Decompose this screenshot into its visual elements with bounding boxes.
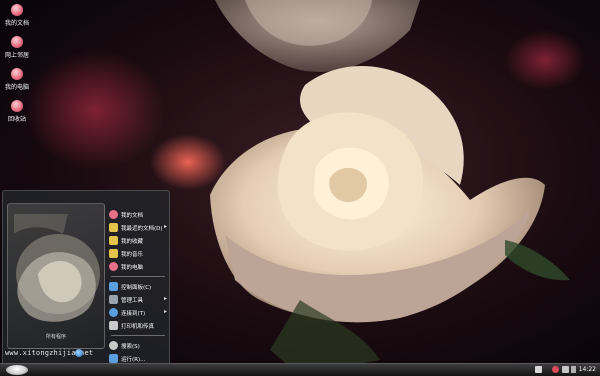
taskbar: 14:22: [0, 363, 600, 376]
music-folder-icon: [109, 249, 118, 258]
menu-item-label: 我的音乐: [121, 252, 144, 258]
menu-item-admin-tools[interactable]: 管理工具 ▸: [109, 294, 169, 306]
menu-item-recent-documents[interactable]: 我最近的文档(D) ▸: [109, 222, 169, 234]
desktop-icon-my-computer[interactable]: 我的电脑: [2, 68, 32, 91]
network-places-icon: [11, 36, 23, 48]
admin-tools-icon: [109, 295, 118, 304]
start-menu: 所有程序 我的文档 我最近的文档(D) ▸ 我的收藏 我的音乐 我的电脑 控制面…: [2, 190, 170, 365]
menu-separator: [111, 276, 165, 277]
menu-item-label: 打印机和传真: [121, 324, 155, 330]
menu-item-label: 运行(R)...: [121, 357, 146, 363]
menu-item-control-panel[interactable]: 控制面板(C): [109, 281, 169, 293]
start-menu-user-preview[interactable]: 所有程序: [7, 203, 105, 349]
menu-item-label: 控制面板(C): [121, 285, 152, 291]
menu-item-label: 管理工具: [121, 298, 144, 304]
menu-item-label: 我的电脑: [121, 265, 144, 271]
menu-item-my-documents[interactable]: 我的文档: [109, 209, 169, 221]
desktop-icon-recycle-bin[interactable]: 回收站: [2, 100, 32, 123]
computer-icon: [109, 262, 118, 271]
menu-item-label: 连接到(T): [121, 311, 146, 317]
favorites-folder-icon: [109, 236, 118, 245]
control-panel-icon: [109, 282, 118, 291]
all-programs-label[interactable]: 所有程序: [8, 333, 104, 340]
menu-item-my-music[interactable]: 我的音乐: [109, 248, 169, 260]
connect-icon: [109, 308, 118, 317]
my-computer-icon: [11, 68, 23, 80]
menu-item-printers-faxes[interactable]: 打印机和传真: [109, 320, 169, 332]
run-icon: [109, 354, 118, 363]
clock[interactable]: 14:22: [579, 366, 596, 373]
search-icon: [109, 341, 118, 350]
desktop-icon-my-documents[interactable]: 我的文档: [2, 4, 32, 27]
menu-item-favorites[interactable]: 我的收藏: [109, 235, 169, 247]
desktop-icon-label: 回收站: [7, 116, 26, 123]
desktop-icon-label: 我的文档: [4, 20, 29, 27]
preview-rose-image: [14, 214, 100, 322]
recent-folder-icon: [109, 223, 118, 232]
menu-item-label: 搜索(S): [121, 344, 140, 350]
printer-icon: [109, 321, 118, 330]
menu-item-search[interactable]: 搜索(S): [109, 340, 169, 352]
desktop-icon-label: 我的电脑: [4, 84, 29, 91]
desktop-icon-network-places[interactable]: 网上邻居: [2, 36, 32, 59]
start-button[interactable]: [6, 365, 28, 375]
menu-separator: [111, 335, 165, 336]
my-documents-icon: [11, 4, 23, 16]
submenu-arrow-icon: ▸: [163, 295, 167, 302]
menu-item-my-computer[interactable]: 我的电脑: [109, 261, 169, 273]
globe-icon: [75, 349, 83, 357]
desktop-icon-label: 网上邻居: [4, 52, 29, 59]
menu-item-label: 我最近的文档(D): [121, 226, 163, 232]
tray-rose-icon[interactable]: [552, 366, 559, 373]
volume-icon[interactable]: [571, 366, 576, 373]
menu-item-connect-to[interactable]: 连接到(T) ▸: [109, 307, 169, 319]
documents-icon: [109, 210, 118, 219]
menu-item-label: 我的收藏: [121, 239, 144, 245]
recycle-bin-icon: [11, 100, 23, 112]
submenu-arrow-icon: ▸: [163, 308, 167, 315]
menu-item-label: 我的文档: [121, 213, 144, 219]
submenu-arrow-icon: ▸: [163, 223, 167, 230]
network-icon[interactable]: [562, 366, 569, 373]
start-menu-right-list: 我的文档 我最近的文档(D) ▸ 我的收藏 我的音乐 我的电脑 控制面板(C) …: [109, 209, 169, 364]
show-desktop-icon[interactable]: [535, 366, 542, 373]
